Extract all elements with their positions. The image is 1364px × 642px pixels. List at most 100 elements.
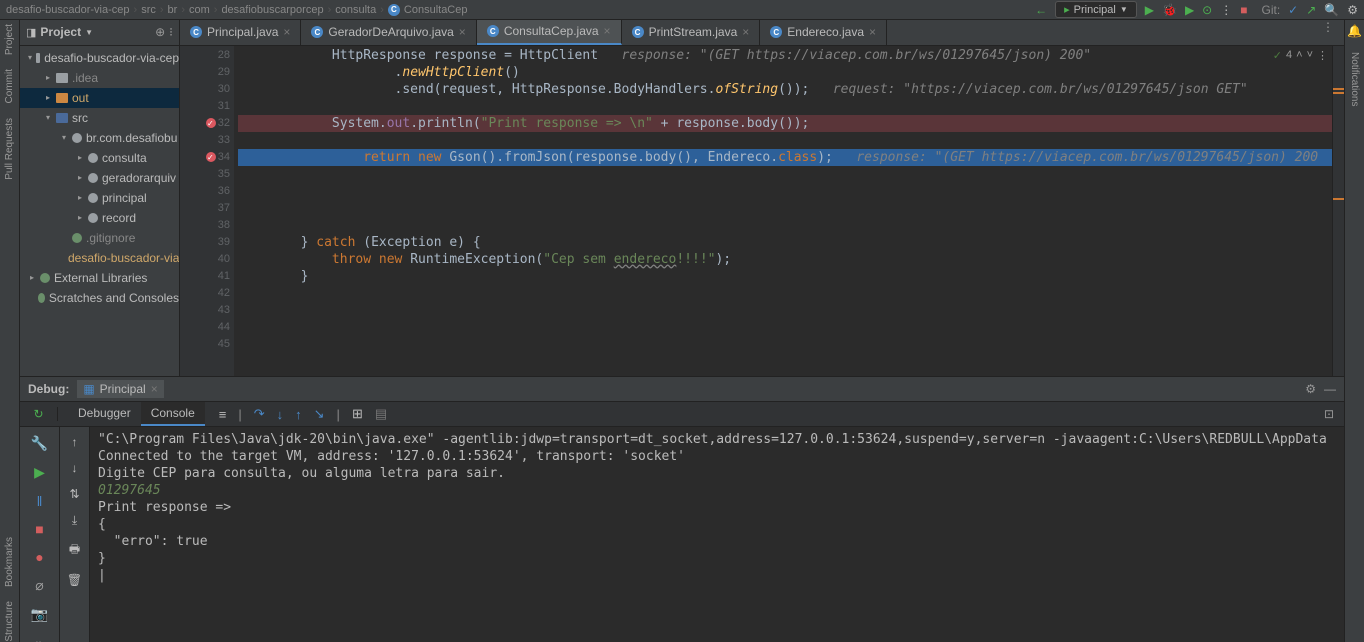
chevron-icon[interactable]: ▾ [28,53,32,62]
chevron-icon[interactable]: ▸ [44,73,52,82]
line-number[interactable]: 30 [180,81,230,98]
breadcrumb-item[interactable]: src [141,4,156,16]
chevron-icon[interactable]: ▸ [28,273,36,282]
line-number[interactable]: 45 [180,336,230,353]
print-icon[interactable]: 🖶 [69,540,80,561]
run-icon[interactable]: ▶ [1145,3,1154,17]
console-output[interactable]: "C:\Program Files\Java\jdk-20\bin\java.e… [90,427,1344,642]
debug-run-tab[interactable]: ▦ Principal × [77,380,163,398]
line-number[interactable]: 42 [180,285,230,302]
code-line[interactable] [238,217,1344,234]
code-line[interactable]: .send(request, HttpResponse.BodyHandlers… [238,81,1344,98]
clear-icon[interactable]: 🗑 [67,573,82,587]
tree-item[interactable]: ▸principal [20,188,179,208]
stop-icon[interactable]: ■ [1240,3,1247,17]
code-line[interactable] [238,302,1344,319]
git-update-icon[interactable]: ✓ [1288,3,1298,17]
tree-settings-icon[interactable]: ⁝ [169,25,173,39]
run-to-cursor-icon[interactable]: ↘ [314,406,325,422]
line-number[interactable]: 44 [180,319,230,336]
resume-icon[interactable]: ▶ [34,464,45,481]
back-arrow-icon[interactable]: ← [1035,3,1047,17]
tree-collapse-icon[interactable]: ⊕ [155,25,165,39]
code-line[interactable]: } [238,268,1344,285]
editor-menu-icon[interactable]: ⋮ [1312,20,1344,45]
gear-icon[interactable]: ⚙ [1347,3,1358,17]
tree-item[interactable]: ▸consulta [20,148,179,168]
line-number[interactable]: 28 [180,47,230,64]
breadcrumb-item[interactable]: ConsultaCep [404,4,468,16]
step-out-icon[interactable]: ↑ [295,407,302,422]
run-config-selector[interactable]: ▸ Principal ▼ [1055,1,1137,18]
tree-item[interactable]: .gitignore [20,228,179,248]
code-line[interactable]: .newHttpClient() [238,64,1344,81]
code-line[interactable] [238,285,1344,302]
git-push-icon[interactable]: ↗ [1306,3,1316,17]
code-line[interactable]: return new Gson().fromJson(response.body… [238,149,1344,166]
debug-settings-icon[interactable]: ⚙ [1305,382,1316,396]
line-number[interactable]: 41 [180,268,230,285]
tree-item[interactable]: ▸.idea [20,68,179,88]
view-breakpoints-icon[interactable]: ● [35,549,43,565]
tool-window-pull-requests[interactable]: Pull Requests [4,118,15,180]
line-number[interactable]: 35 [180,166,230,183]
code-line[interactable] [238,166,1344,183]
breadcrumb-item[interactable]: desafio-buscador-via-cep [6,4,130,16]
scroll-end-icon[interactable]: ⤓ [72,513,77,528]
more-icon[interactable]: » [36,635,44,642]
chevron-icon[interactable]: ▸ [76,193,84,202]
tree-item[interactable]: ▾desafio-buscador-via-cep [20,48,179,68]
attach-icon[interactable]: ⋮ [1220,3,1232,17]
line-number[interactable]: 29 [180,64,230,81]
console-subtab[interactable]: Console [141,402,205,426]
scroll-down-icon[interactable]: ↓ [72,461,78,475]
code-line[interactable] [238,319,1344,336]
tree-item[interactable]: Scratches and Consoles [20,288,179,308]
trace-icon[interactable]: ▤ [375,406,387,422]
debug-icon[interactable]: 🐞 [1162,3,1177,17]
scroll-up-icon[interactable]: ↑ [72,435,78,449]
evaluate-icon[interactable]: ⊞ [352,406,363,422]
chevron-icon[interactable]: ▸ [76,213,84,222]
editor-tab[interactable]: CGeradorDeArquivo.java× [301,20,476,45]
code-line[interactable] [238,200,1344,217]
close-icon[interactable]: × [283,25,290,39]
breadcrumb-item[interactable]: com [189,4,210,16]
inspection-strip[interactable] [1332,46,1344,376]
editor-tab[interactable]: CPrintStream.java× [622,20,761,45]
camera-icon[interactable]: 📷 [31,606,48,623]
stop-debug-icon[interactable]: ■ [35,521,43,537]
line-number[interactable]: 34 [180,149,230,166]
tree-item[interactable]: ▾src [20,108,179,128]
tree-item[interactable]: ▸geradorarquiv [20,168,179,188]
line-number[interactable]: 43 [180,302,230,319]
code-line[interactable]: HttpResponse response = HttpClient respo… [238,47,1344,64]
chevron-icon[interactable]: ▸ [76,153,84,162]
editor-gutter[interactable]: 282930313233343536373839404142434445 [180,46,234,376]
code-line[interactable] [238,132,1344,149]
chevron-icon[interactable]: ▾ [44,113,52,122]
tree-item[interactable]: ▾br.com.desafiobu [20,128,179,148]
close-icon[interactable]: × [869,25,876,39]
line-number[interactable]: 32 [180,115,230,132]
tree-item[interactable]: desafio-buscador-via- [20,248,179,268]
debugger-subtab[interactable]: Debugger [68,402,141,426]
line-number[interactable]: 38 [180,217,230,234]
line-number[interactable]: 33 [180,132,230,149]
soft-wrap-icon[interactable]: ⇅ [69,487,79,501]
editor-more-icon[interactable]: ⋮ [1317,49,1328,62]
tool-window-commit[interactable]: Commit [4,69,15,103]
search-icon[interactable]: 🔍 [1324,3,1339,17]
project-caret-icon[interactable]: ◨ [26,26,36,39]
notifications-bell-icon[interactable]: 🔔 [1347,24,1362,38]
tool-window-bookmarks[interactable]: Bookmarks [4,537,15,587]
breadcrumb-item[interactable]: consulta [335,4,376,16]
editor-tab[interactable]: CConsultaCep.java× [477,20,622,45]
line-number[interactable]: 31 [180,98,230,115]
line-number[interactable]: 36 [180,183,230,200]
tree-item[interactable]: ▸out [20,88,179,108]
close-icon[interactable]: × [151,382,158,396]
step-into-icon[interactable]: ↓ [277,407,284,422]
rerun-icon[interactable]: ↻ [33,407,43,421]
code-line[interactable] [238,183,1344,200]
